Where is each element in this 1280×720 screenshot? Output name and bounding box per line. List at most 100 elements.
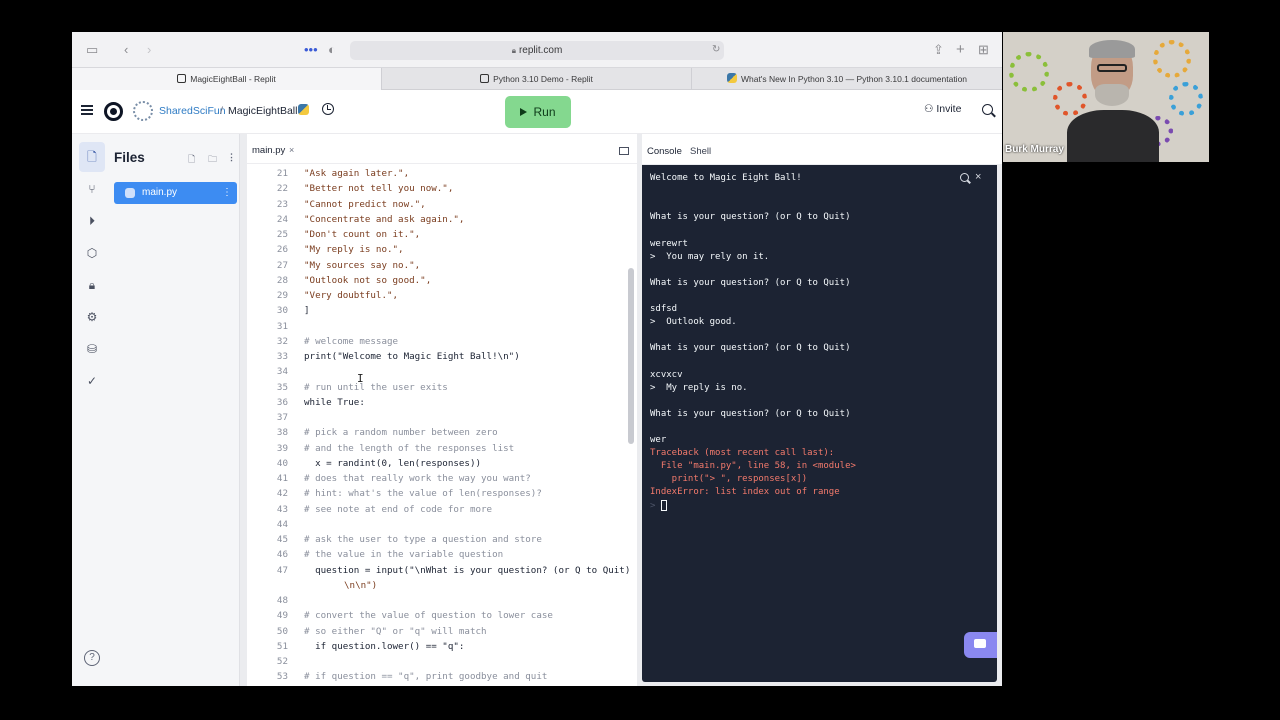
file-options-icon[interactable]: ⋮ (222, 182, 232, 204)
new-file-icon[interactable]: 🗋︎ (188, 152, 195, 168)
packages-icon[interactable]: ⬡ (83, 244, 101, 262)
code-editor[interactable]: 21 "Ask again later.", 22 "Better not tell … (247, 164, 629, 686)
code-text: print("Welcome to Magic Eight Ball!\n") (304, 351, 520, 362)
invite-button[interactable]: ⚇ Invite (924, 103, 961, 115)
code-line[interactable]: 23 "Cannot predict now.", (247, 197, 629, 212)
code-line[interactable]: 28 "Outlook not so good.", (247, 273, 629, 288)
new-tab-icon[interactable]: + (956, 41, 965, 59)
chat-icon[interactable] (964, 632, 997, 658)
file-item-main-py[interactable]: main.py ⋮ (114, 182, 237, 204)
code-line[interactable]: 48 (247, 593, 629, 608)
code-line[interactable]: 24 "Concentrate and ask again.", (247, 212, 629, 227)
console-error-line: print("> ", responses[x]) (650, 474, 808, 485)
secrets-lock-icon[interactable]: 🔒︎ (83, 276, 101, 294)
code-line[interactable]: 47 question = input("\nWhat is your ques… (247, 563, 629, 578)
new-folder-icon[interactable]: 🗀︎ (208, 152, 217, 168)
version-control-icon[interactable]: ⑂ (83, 180, 101, 198)
files-menu-icon[interactable]: ⋮ (227, 152, 236, 163)
code-text: # so either "Q" or "q" will match (304, 625, 487, 637)
code-line[interactable]: 26 "My reply is no.", (247, 242, 629, 257)
editor-scrollbar[interactable] (628, 268, 634, 444)
code-line[interactable]: 43 # see note at end of code for more (247, 502, 629, 517)
sidebar-toggle-icon[interactable]: ▭ (86, 41, 98, 59)
line-number: 52 (276, 656, 288, 667)
tab-shell[interactable]: Shell (690, 146, 711, 157)
code-line[interactable]: 22 "Better not tell you now.", (247, 181, 629, 196)
code-line[interactable]: 34 (247, 364, 629, 379)
browser-tab-python-docs[interactable]: What's New In Python 3.10 — Python 3.10.… (691, 68, 1002, 90)
code-text: "Concentrate and ask again.", (304, 213, 465, 225)
console-line: Welcome to Magic Eight Ball! (650, 173, 802, 183)
console-tab-bar: Console Shell (642, 134, 1002, 164)
breadcrumb-repl-name[interactable]: MagicEightBall (228, 105, 297, 117)
layout-toggle-icon[interactable] (619, 147, 629, 155)
close-tab-icon[interactable]: × (289, 145, 294, 155)
editor-tab-bar: main.py × (247, 134, 637, 164)
extensions-icon[interactable]: ••• (304, 41, 318, 59)
code-line[interactable]: \n\n") (247, 578, 629, 593)
console-input-cursor[interactable] (661, 500, 667, 511)
tab-console[interactable]: Console (647, 146, 682, 157)
share-icon[interactable]: ⇪ (933, 41, 944, 59)
code-line[interactable]: 30] (247, 303, 629, 318)
line-number: 45 (276, 534, 288, 545)
unit-tests-check-icon[interactable]: ✓ (83, 372, 101, 390)
code-line[interactable]: 42 # hint: what's the value of len(respon… (247, 486, 629, 501)
browser-tab-magiceightball[interactable]: MagicEightBall - Replit (72, 68, 381, 90)
line-number: 53 (276, 671, 288, 683)
console-output[interactable]: × Welcome to Magic Eight Ball! What is yo… (642, 165, 997, 682)
code-line[interactable]: 37 (247, 410, 629, 425)
help-icon[interactable]: ? (84, 650, 100, 666)
code-line[interactable]: 38 # pick a random number between zero (247, 425, 629, 440)
browser-tab-python-demo[interactable]: Python 3.10 Demo - Replit (381, 68, 691, 90)
database-icon[interactable]: ⛁ (83, 340, 101, 358)
debugger-icon[interactable]: ⏵ (83, 212, 101, 230)
line-number: 31 (276, 320, 288, 332)
settings-gear-icon[interactable]: ⚙ (83, 308, 101, 326)
code-line[interactable]: 29 "Very doubtful.", (247, 288, 629, 303)
code-line[interactable]: 35 # run until the user exits (247, 380, 629, 395)
console-line: > Outlook good. (650, 317, 737, 328)
address-bar[interactable]: 🔒︎ replit.com (350, 41, 724, 60)
files-tool-icon[interactable]: 🗋︎ (79, 142, 105, 172)
team-avatar-icon[interactable] (133, 101, 153, 121)
code-line[interactable]: 41 # does that really work the way you wa… (247, 471, 629, 486)
line-number: 41 (276, 473, 288, 484)
code-line[interactable]: 40 x = randint(0, len(responses)) (247, 456, 629, 471)
tab-overview-icon[interactable]: ⊞ (978, 41, 989, 59)
code-line[interactable]: 27 "My sources say no.", (247, 258, 629, 273)
code-line[interactable]: 50 # so either "Q" or "q" will match (247, 624, 629, 639)
code-line[interactable]: 45 # ask the user to type a question and … (247, 532, 629, 547)
console-error-line: Traceback (most recent call last): (650, 448, 835, 459)
code-line[interactable]: 53 # if question == "q", print goodbye an… (247, 669, 629, 684)
code-text: x = randint(0, len(responses)) (304, 457, 482, 469)
menu-icon[interactable] (81, 105, 93, 115)
privacy-shield-icon[interactable]: ◐ (328, 41, 336, 59)
code-line[interactable]: 36 while True: (247, 395, 629, 410)
back-icon[interactable]: ‹ (124, 41, 128, 59)
reload-icon[interactable]: ↻ (712, 41, 720, 59)
code-line[interactable]: 44 (247, 517, 629, 532)
run-button[interactable]: Run (505, 96, 571, 128)
code-line[interactable]: 33 print("Welcome to Magic Eight Ball!\n"… (247, 349, 629, 364)
console-clear-icon[interactable]: × (975, 171, 981, 183)
code-line[interactable]: 25 "Don't count on it.", (247, 227, 629, 242)
replit-logo-icon[interactable] (104, 102, 123, 121)
console-search-icon[interactable] (960, 173, 969, 182)
code-line[interactable]: 51 if question.lower() == "q": (247, 639, 629, 654)
line-number: 47 (276, 564, 288, 576)
history-icon[interactable] (322, 103, 334, 115)
code-line[interactable]: 46 # the value in the variable question (247, 547, 629, 562)
code-line[interactable]: 21 "Ask again later.", (247, 166, 629, 181)
code-line[interactable]: 32 # welcome message (247, 334, 629, 349)
code-line[interactable]: 31 (247, 319, 629, 334)
editor-tab-main-py[interactable]: main.py (252, 145, 285, 156)
breadcrumb-team[interactable]: SharedSciFun (159, 105, 226, 117)
line-number: 44 (276, 518, 288, 530)
code-text: # ask the user to type a question and st… (304, 534, 542, 545)
code-line[interactable]: 52 (247, 654, 629, 669)
forward-icon[interactable]: › (147, 41, 151, 59)
code-line[interactable]: 39 # and the length of the responses list (247, 441, 629, 456)
search-icon[interactable] (982, 104, 993, 115)
code-line[interactable]: 49 # convert the value of question to low… (247, 608, 629, 623)
